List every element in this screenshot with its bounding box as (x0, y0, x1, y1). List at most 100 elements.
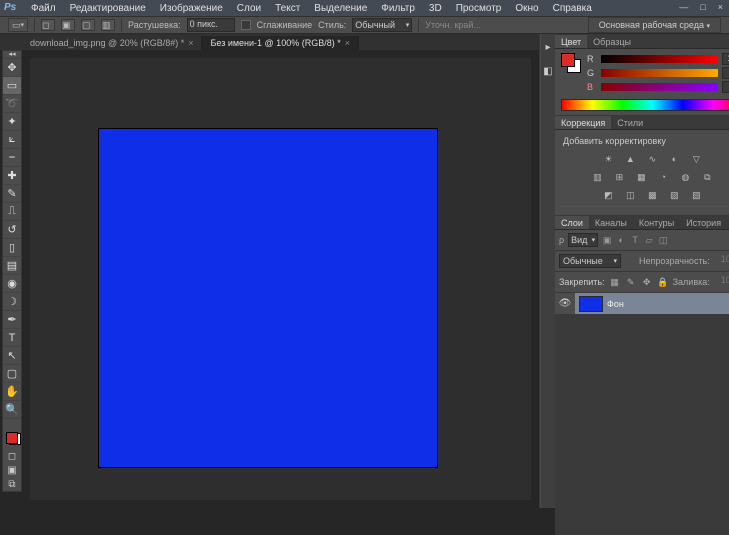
select-add-icon[interactable]: ▣ (61, 19, 75, 31)
lock-all-icon[interactable]: 🔒 (657, 276, 669, 288)
g-slider[interactable] (601, 69, 718, 77)
document-tab[interactable]: download_img.png @ 20% (RGB/8#) *× (22, 36, 202, 50)
menu-3d[interactable]: 3D (422, 3, 449, 14)
menu-text[interactable]: Текст (268, 3, 307, 14)
tab-layers[interactable]: Слои (555, 216, 589, 229)
document-tab[interactable]: Без имени-1 @ 100% (RGB/8) *× (202, 36, 359, 50)
invert-icon[interactable]: ◩ (601, 188, 615, 202)
exposure-icon[interactable]: ◐ (667, 152, 681, 166)
blend-mode-select[interactable]: Обычные▾ (559, 254, 621, 268)
path-select-tool[interactable]: ↖ (3, 347, 21, 365)
color-ramp[interactable] (561, 99, 729, 111)
lasso-tool[interactable]: ➰ (3, 95, 21, 113)
brightness-icon[interactable]: ☀ (601, 152, 615, 166)
magic-wand-tool[interactable]: ✦ (3, 113, 21, 131)
minimize-button[interactable]: — (677, 0, 690, 14)
tab-history[interactable]: История (680, 216, 727, 229)
posterize-icon[interactable]: ◫ (623, 188, 637, 202)
quick-mask-icon[interactable]: ▣ (3, 463, 21, 477)
maximize-button[interactable]: □ (698, 0, 707, 14)
r-value[interactable]: 163 (722, 53, 729, 65)
r-slider[interactable] (601, 55, 718, 63)
visibility-icon[interactable]: 👁 (555, 293, 575, 314)
close-icon[interactable]: × (345, 38, 350, 48)
map-icon[interactable]: ▨ (667, 188, 681, 202)
menu-filter[interactable]: Фильтр (374, 3, 422, 14)
marquee-tool[interactable]: ▭ (3, 77, 21, 95)
hue-icon[interactable]: ▥ (590, 170, 604, 184)
select-new-icon[interactable]: ◻ (41, 19, 55, 31)
curves-icon[interactable]: ∿ (645, 152, 659, 166)
menu-image[interactable]: Изображение (153, 3, 230, 14)
selective-icon[interactable]: ▧ (689, 188, 703, 202)
filter-shape-icon[interactable]: ▱ (644, 235, 654, 245)
feather-input[interactable]: 0 пикс. (187, 18, 235, 32)
canvas[interactable] (98, 128, 438, 468)
threshold-icon[interactable]: ▩ (645, 188, 659, 202)
lock-pixels-icon[interactable]: ▦ (609, 276, 621, 288)
screen-mode-icon[interactable]: ⧉ (3, 477, 21, 491)
balance-icon[interactable]: ⊞ (612, 170, 626, 184)
eyedropper-tool[interactable]: ⎯ (3, 149, 21, 167)
bw-icon[interactable]: ▦ (634, 170, 648, 184)
type-tool[interactable]: T (3, 329, 21, 347)
panel-icon[interactable]: ◧ (541, 64, 555, 78)
close-button[interactable]: × (716, 0, 725, 14)
foreground-color[interactable] (6, 432, 18, 444)
fill-input[interactable]: 100% (714, 275, 729, 289)
select-intersect-icon[interactable]: ▥ (101, 19, 115, 31)
tab-adjustments[interactable]: Коррекция (555, 116, 611, 129)
dodge-tool[interactable]: ☽ (3, 293, 21, 311)
zoom-tool[interactable]: 🔍 (3, 401, 21, 419)
levels-icon[interactable]: ▲ (623, 152, 637, 166)
layer-item[interactable]: 👁 Фон 🔒 (555, 293, 729, 315)
select-subtract-icon[interactable]: ▢ (81, 19, 95, 31)
menu-select[interactable]: Выделение (307, 3, 374, 14)
b-value[interactable]: 3 (722, 81, 729, 93)
eraser-tool[interactable]: ▯ (3, 239, 21, 257)
shape-tool[interactable]: ▢ (3, 365, 21, 383)
menu-view[interactable]: Просмотр (449, 3, 509, 14)
menu-file[interactable]: Файл (24, 3, 63, 14)
color-swatches[interactable] (3, 427, 21, 449)
menu-window[interactable]: Окно (508, 3, 545, 14)
menu-help[interactable]: Справка (546, 3, 599, 14)
crop-tool[interactable]: ⟀ (3, 131, 21, 149)
history-brush-tool[interactable]: ↺ (3, 221, 21, 239)
refine-edge-button[interactable]: Уточн. край... (425, 20, 481, 30)
gradient-tool[interactable]: ▤ (3, 257, 21, 275)
tab-styles[interactable]: Стили (611, 116, 649, 129)
brush-tool[interactable]: ✎ (3, 185, 21, 203)
mixer-icon[interactable]: ◍ (678, 170, 692, 184)
workspace-switcher[interactable]: Основная рабочая среда ▾ (588, 17, 721, 33)
g-value[interactable]: 0 (722, 67, 729, 79)
filter-type-icon[interactable]: T (630, 235, 640, 245)
spot-heal-tool[interactable]: ✚ (3, 167, 21, 185)
pen-tool[interactable]: ✒ (3, 311, 21, 329)
hand-tool[interactable]: ✋ (3, 383, 21, 401)
lookup-icon[interactable]: ⧉ (700, 170, 714, 184)
menu-edit[interactable]: Редактирование (63, 3, 153, 14)
antialias-checkbox[interactable] (241, 20, 251, 30)
blur-tool[interactable]: ◉ (3, 275, 21, 293)
tab-swatches[interactable]: Образцы (587, 35, 637, 48)
filter-img-icon[interactable]: ▣ (602, 235, 612, 245)
menu-layers[interactable]: Слои (230, 3, 268, 14)
photo-filter-icon[interactable]: ◔ (656, 170, 670, 184)
lock-paint-icon[interactable]: ✎ (625, 276, 637, 288)
tool-preset-icon[interactable]: ▭▾ (8, 18, 28, 32)
canvas-viewport[interactable] (22, 50, 539, 508)
opacity-input[interactable]: 100% (714, 254, 729, 268)
style-select[interactable]: Обычный▾ (352, 18, 412, 32)
close-icon[interactable]: × (188, 38, 193, 48)
tab-channels[interactable]: Каналы (589, 216, 633, 229)
layer-thumbnail[interactable] (579, 296, 603, 312)
lock-position-icon[interactable]: ✥ (641, 276, 653, 288)
b-slider[interactable] (601, 83, 718, 91)
vibrance-icon[interactable]: ▽ (689, 152, 703, 166)
standard-mode-icon[interactable]: ◻ (3, 449, 21, 463)
clone-stamp-tool[interactable]: ⎍ (3, 203, 21, 221)
filter-adj-icon[interactable]: ◐ (616, 235, 626, 245)
move-tool[interactable]: ✥ (3, 59, 21, 77)
collapse-icon[interactable]: ◂◂ (8, 51, 15, 58)
